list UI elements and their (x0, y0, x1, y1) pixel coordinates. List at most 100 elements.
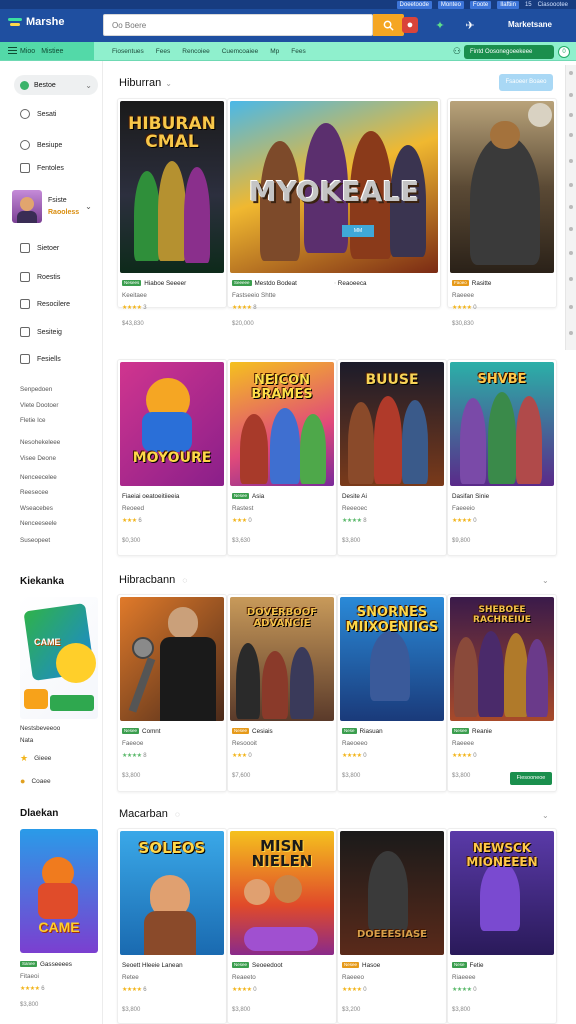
top-link[interactable]: Foote (469, 0, 492, 9)
rail-icon[interactable] (569, 305, 573, 309)
game-card[interactable]: MOYOURE Fiaeiai oeatoeitiieeia Reoeed ★★… (117, 359, 227, 556)
sidebar-link[interactable]: Nenceecelee (20, 474, 57, 481)
right-rail[interactable] (565, 65, 576, 350)
sidebar-item[interactable]: Besiupe (20, 140, 62, 150)
badge: Nese (342, 728, 357, 734)
chevron-down-icon[interactable]: ⌄ (542, 576, 549, 585)
rail-icon[interactable] (569, 331, 573, 335)
sidebar-item[interactable]: Sietoer (20, 243, 59, 253)
leaf-icon[interactable]: ✦ (432, 17, 448, 33)
cover-title: NEWSCK MIONEEEN (466, 841, 538, 869)
nav-link[interactable]: Fees (156, 48, 170, 55)
game-card[interactable]: MYOKEALE MM Seeeee Mestdo Bodeat Fastseei… (227, 98, 441, 327)
game-price: $20,000 (232, 321, 254, 327)
game-cover: SOLEOS (120, 831, 224, 955)
sidebar-link[interactable]: Senpedoen (20, 386, 52, 393)
nav-link[interactable]: Fees (291, 48, 305, 55)
site-logo[interactable]: Marshe (8, 16, 65, 28)
sidebar-item-label: Fesiells (37, 355, 61, 363)
view-all-button[interactable]: Fsaoeer Boaeo (499, 74, 553, 91)
sidebar-item[interactable]: Resocilere (20, 299, 70, 309)
rail-icon[interactable] (569, 133, 573, 137)
game-card[interactable]: MISN NIELEN Nesee Seoeedoot Reaeeto ★★★★ … (227, 828, 337, 1024)
sidebar-item[interactable]: ● Coaee (20, 776, 51, 786)
rail-icon[interactable] (569, 277, 573, 281)
buy-button[interactable]: Fiesooneoe (510, 772, 552, 785)
top-link[interactable]: 15 (525, 2, 532, 8)
chevron-down-icon[interactable]: ⌄ (542, 811, 549, 820)
game-card[interactable]: HIBURAN CMAL Nesees Hiaboe Seeeer Keeitae… (117, 98, 227, 327)
nav-link[interactable]: Cuemcoaiee (222, 48, 259, 55)
star-icon (20, 243, 30, 253)
search-input[interactable]: Oo Boere (103, 14, 373, 36)
rail-icon[interactable] (569, 113, 573, 117)
sidebar-home[interactable]: Bestoe ⌄ (14, 75, 98, 95)
game-card[interactable]: NEWSCK MIONEEEN Nese Fetie Riaeeee ★★★★ 0… (447, 828, 557, 1024)
badge: Nesee (232, 493, 250, 499)
game-card[interactable]: Nesee Comnt Faeeoe ★★★★ 8 $3,800 (117, 594, 227, 792)
menu-button[interactable]: Mioo Mistiee (0, 42, 94, 60)
sidebar-item[interactable]: Roestis (20, 272, 60, 282)
sidebar-game-info[interactable]: Sanee Gasseeees Fitaeoi ★★★★ 6 $3,800 (16, 957, 98, 1013)
menu-label: Mioo (20, 47, 36, 55)
rail-icon[interactable] (569, 159, 573, 163)
sidebar-thumbnail[interactable]: CAME (20, 829, 98, 953)
nav-link[interactable]: Rencoiee (182, 48, 209, 55)
top-link[interactable]: Doeetoode (396, 0, 432, 9)
user-icon[interactable]: ● (402, 17, 418, 33)
sidebar-thumbnail[interactable]: CAME (20, 597, 98, 719)
game-meta: Retee (122, 974, 139, 981)
plane-icon[interactable]: ✈ (462, 17, 478, 33)
sidebar-link[interactable]: Fletie Ice (20, 417, 46, 424)
sidebar-link[interactable]: Reesecee (20, 489, 48, 496)
game-card[interactable]: DOVERBOOF ADVANCIE Nesee Cesiais Resoooit… (227, 594, 337, 792)
game-card[interactable]: SHEBOEE RACHREIUE Nesee Reanie Raeeee ★★★… (447, 594, 557, 792)
game-card[interactable]: SHVBE Dasifan Sinie Faeeeio ★★★★ 0 $9,80… (447, 359, 557, 556)
sidebar-item[interactable]: Fesiells (20, 354, 61, 364)
sidebar-link[interactable]: Vlete Dootoer (20, 402, 59, 409)
rating-value: 6 (143, 987, 147, 993)
sidebar-item-label: Sesiteig (37, 328, 62, 336)
section-title: Hibracbann ◌ (119, 574, 188, 586)
rail-icon[interactable] (569, 227, 573, 231)
nav-link[interactable]: Fiosentues (112, 48, 144, 55)
top-link[interactable]: Ilaftiin (497, 0, 519, 9)
game-cover: BUUSE (340, 362, 444, 486)
sidebar-item[interactable]: Sesati (20, 109, 56, 119)
sidebar-item[interactable]: Fentoles (20, 163, 64, 173)
game-name: Riasuan (359, 728, 383, 735)
sidebar-profile[interactable]: Fsiste Raooless ⌄ (12, 190, 92, 223)
game-meta: Riaeeee (452, 974, 476, 981)
rating-value: 0 (473, 987, 477, 993)
cover-title: DOVERBOOF ADVANCIE (246, 607, 318, 629)
marketplace-link[interactable]: Marketsane (508, 20, 552, 29)
game-card[interactable]: NEICON BRAMES Nesee Asia Rastest ★★★ 0 $3… (227, 359, 337, 556)
cta-button[interactable]: Fintd Oosonegoeekeee 0 (464, 45, 570, 59)
top-link[interactable]: Monteo (437, 0, 464, 9)
game-card[interactable]: Faoeo Rasitte Raeeee ★★★★ 0 $30,830 (447, 98, 557, 327)
game-card[interactable]: SOLEOS Seoett Hleeie Lanean Retee ★★★★ 6… (117, 828, 227, 1024)
rail-icon[interactable] (569, 183, 573, 187)
sidebar-link[interactable]: Nesohekeleee (20, 439, 60, 446)
game-extra: ⋅ Reaoeeca (334, 280, 367, 287)
gift-icon[interactable]: ⚇ (453, 46, 461, 57)
nav-link[interactable]: Mp (270, 48, 279, 55)
rail-icon[interactable] (569, 205, 573, 209)
rail-icon[interactable] (569, 71, 573, 75)
game-card[interactable]: DOEEESIASE Nesee Hasoe Raeeeo ★★★★ 0 $3,2… (337, 828, 447, 1024)
sidebar-item[interactable]: ★ Gieee (20, 753, 51, 764)
sidebar-link[interactable]: Nenceeseele (20, 520, 57, 527)
rating-value: 8 (253, 305, 257, 311)
sidebar-link[interactable]: Suseopeet (20, 537, 50, 544)
search-button[interactable] (373, 14, 404, 36)
sidebar-link[interactable]: Visee Deone (20, 455, 56, 462)
sidebar-item[interactable]: Sesiteig (20, 327, 62, 337)
hamburger-icon (8, 47, 17, 54)
game-card[interactable]: SNORNES MIIXOENIIGS Nese Riasuan Raeoeeo … (337, 594, 447, 792)
rating-value: 0 (248, 753, 252, 759)
rail-icon[interactable] (569, 251, 573, 255)
rail-icon[interactable] (569, 93, 573, 97)
game-card[interactable]: BUUSE Desite Ai Reeeoec ★★★★ 8 $3,800 (337, 359, 447, 556)
sidebar-link[interactable]: Wseacebes (20, 505, 53, 512)
top-link[interactable]: Ciasoootee (538, 2, 568, 8)
